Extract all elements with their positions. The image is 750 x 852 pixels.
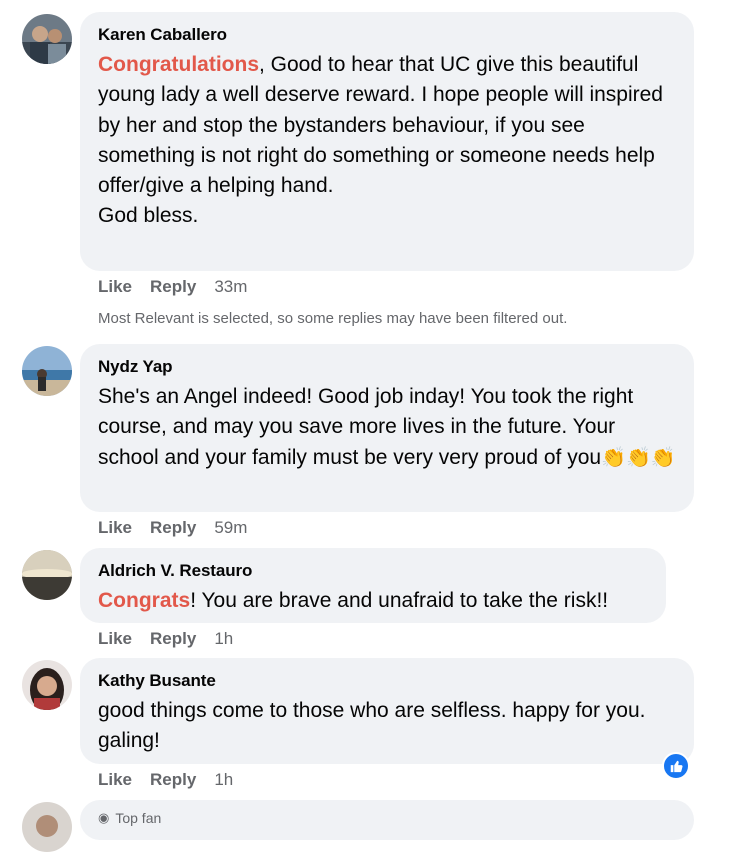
avatar[interactable] [22, 14, 72, 64]
reply-button[interactable]: Reply [150, 277, 196, 297]
mention-tag[interactable]: Congratulations [98, 53, 259, 76]
like-button[interactable]: Like [98, 629, 132, 649]
reply-button[interactable]: Reply [150, 629, 196, 649]
like-button[interactable]: Like [98, 518, 132, 538]
comment-timestamp[interactable]: 1h [214, 629, 233, 649]
comment-author[interactable]: Nydz Yap [98, 356, 676, 378]
comment-actions: Like Reply 33m [98, 276, 247, 298]
comment-timestamp[interactable]: 33m [214, 277, 247, 297]
comment-timestamp[interactable]: 59m [214, 518, 247, 538]
avatar[interactable] [22, 346, 72, 396]
avatar[interactable] [22, 802, 72, 852]
comment-bubble [80, 800, 694, 840]
comment-author[interactable]: Karen Caballero [98, 24, 676, 46]
like-button[interactable]: Like [98, 277, 132, 297]
comment-text: good things come to those who are selfle… [98, 699, 646, 753]
comment-actions: Like Reply 1h [98, 628, 233, 650]
avatar[interactable] [22, 550, 72, 600]
comment-bubble: Kathy Busante good things come to those … [80, 658, 694, 764]
comment-text: Congratulations, Good to hear that UC gi… [98, 53, 663, 228]
reply-button[interactable]: Reply [150, 518, 196, 538]
mention-tag[interactable]: Congrats [98, 589, 190, 612]
comment-author[interactable]: Kathy Busante [98, 670, 676, 692]
comment-actions: Like Reply 59m [98, 517, 247, 539]
comment-text: She's an Angel indeed! Good job inday! Y… [98, 385, 676, 469]
comment-bubble: Aldrich V. Restauro Congrats! You are br… [80, 548, 666, 623]
avatar[interactable] [22, 660, 72, 710]
comment-timestamp[interactable]: 1h [214, 770, 233, 790]
filter-note: Most Relevant is selected, so some repli… [98, 310, 568, 327]
comment-bubble: Karen Caballero Congratulations, Good to… [80, 12, 694, 271]
reply-button[interactable]: Reply [150, 770, 196, 790]
comment-bubble: Nydz Yap She's an Angel indeed! Good job… [80, 344, 694, 512]
comment-actions: Like Reply 1h [98, 769, 233, 791]
like-button[interactable]: Like [98, 770, 132, 790]
comment-author[interactable]: Aldrich V. Restauro [98, 560, 648, 582]
clapping-hands-icon: 👏👏👏 [601, 446, 676, 469]
comment-text: Congrats! You are brave and unafraid to … [98, 589, 609, 612]
like-reaction-icon[interactable] [662, 752, 690, 780]
